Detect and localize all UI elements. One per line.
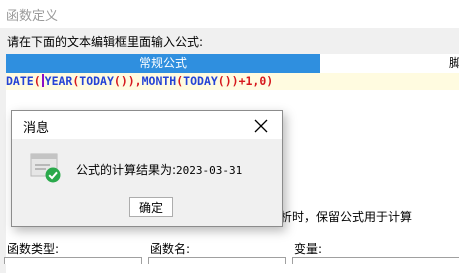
formula-tabs: 常规公式 脚 <box>6 54 459 74</box>
formula-prompt-label: 请在下面的文本编辑框里面输入公式: <box>7 35 204 49</box>
formula-token: DATE <box>6 74 34 88</box>
dialog-message: 公式的计算结果为:2023-03-31 <box>76 161 242 178</box>
close-icon[interactable] <box>250 115 272 137</box>
keep-formula-option[interactable]: 分析时，保留公式用于计算 <box>268 208 412 225</box>
result-label: 公式的计算结果为: <box>76 163 177 177</box>
ok-button[interactable]: 确定 <box>129 197 173 217</box>
formula-text: DATE(YEAR(TODAY()),MONTH(TODAY())+1,0) <box>6 74 273 88</box>
main-window-titlebar: 函数定义 <box>0 0 459 28</box>
text-cursor <box>41 74 44 87</box>
result-value: 2023-03-31 <box>176 164 243 177</box>
formula-token: ())+1,0) <box>217 74 274 88</box>
variable-label: 变量: <box>294 242 323 256</box>
tab-script[interactable]: 脚 <box>449 54 459 73</box>
formula-token: MONTH <box>141 74 177 88</box>
dialog-title: 消息 <box>23 121 50 136</box>
function-name-label: 函数名: <box>150 242 191 256</box>
dialog-titlebar: 消息 <box>12 111 282 139</box>
formula-token: ( <box>33 74 41 88</box>
check-success-icon <box>30 151 62 183</box>
function-type-label: 函数类型: <box>7 242 60 256</box>
formula-token: ()), <box>113 74 142 88</box>
formula-token: TODAY <box>183 74 218 88</box>
formula-token: YEAR <box>44 74 73 88</box>
window-title: 函数定义 <box>6 9 59 24</box>
tab-regular-formula[interactable]: 常规公式 <box>6 54 320 73</box>
formula-current-line: DATE(YEAR(TODAY()),MONTH(TODAY())+1,0) <box>6 73 459 90</box>
message-dialog: 消息 公式的计算结果为:2023-03-31 确定 <box>11 110 283 227</box>
formula-token: TODAY <box>79 74 114 88</box>
